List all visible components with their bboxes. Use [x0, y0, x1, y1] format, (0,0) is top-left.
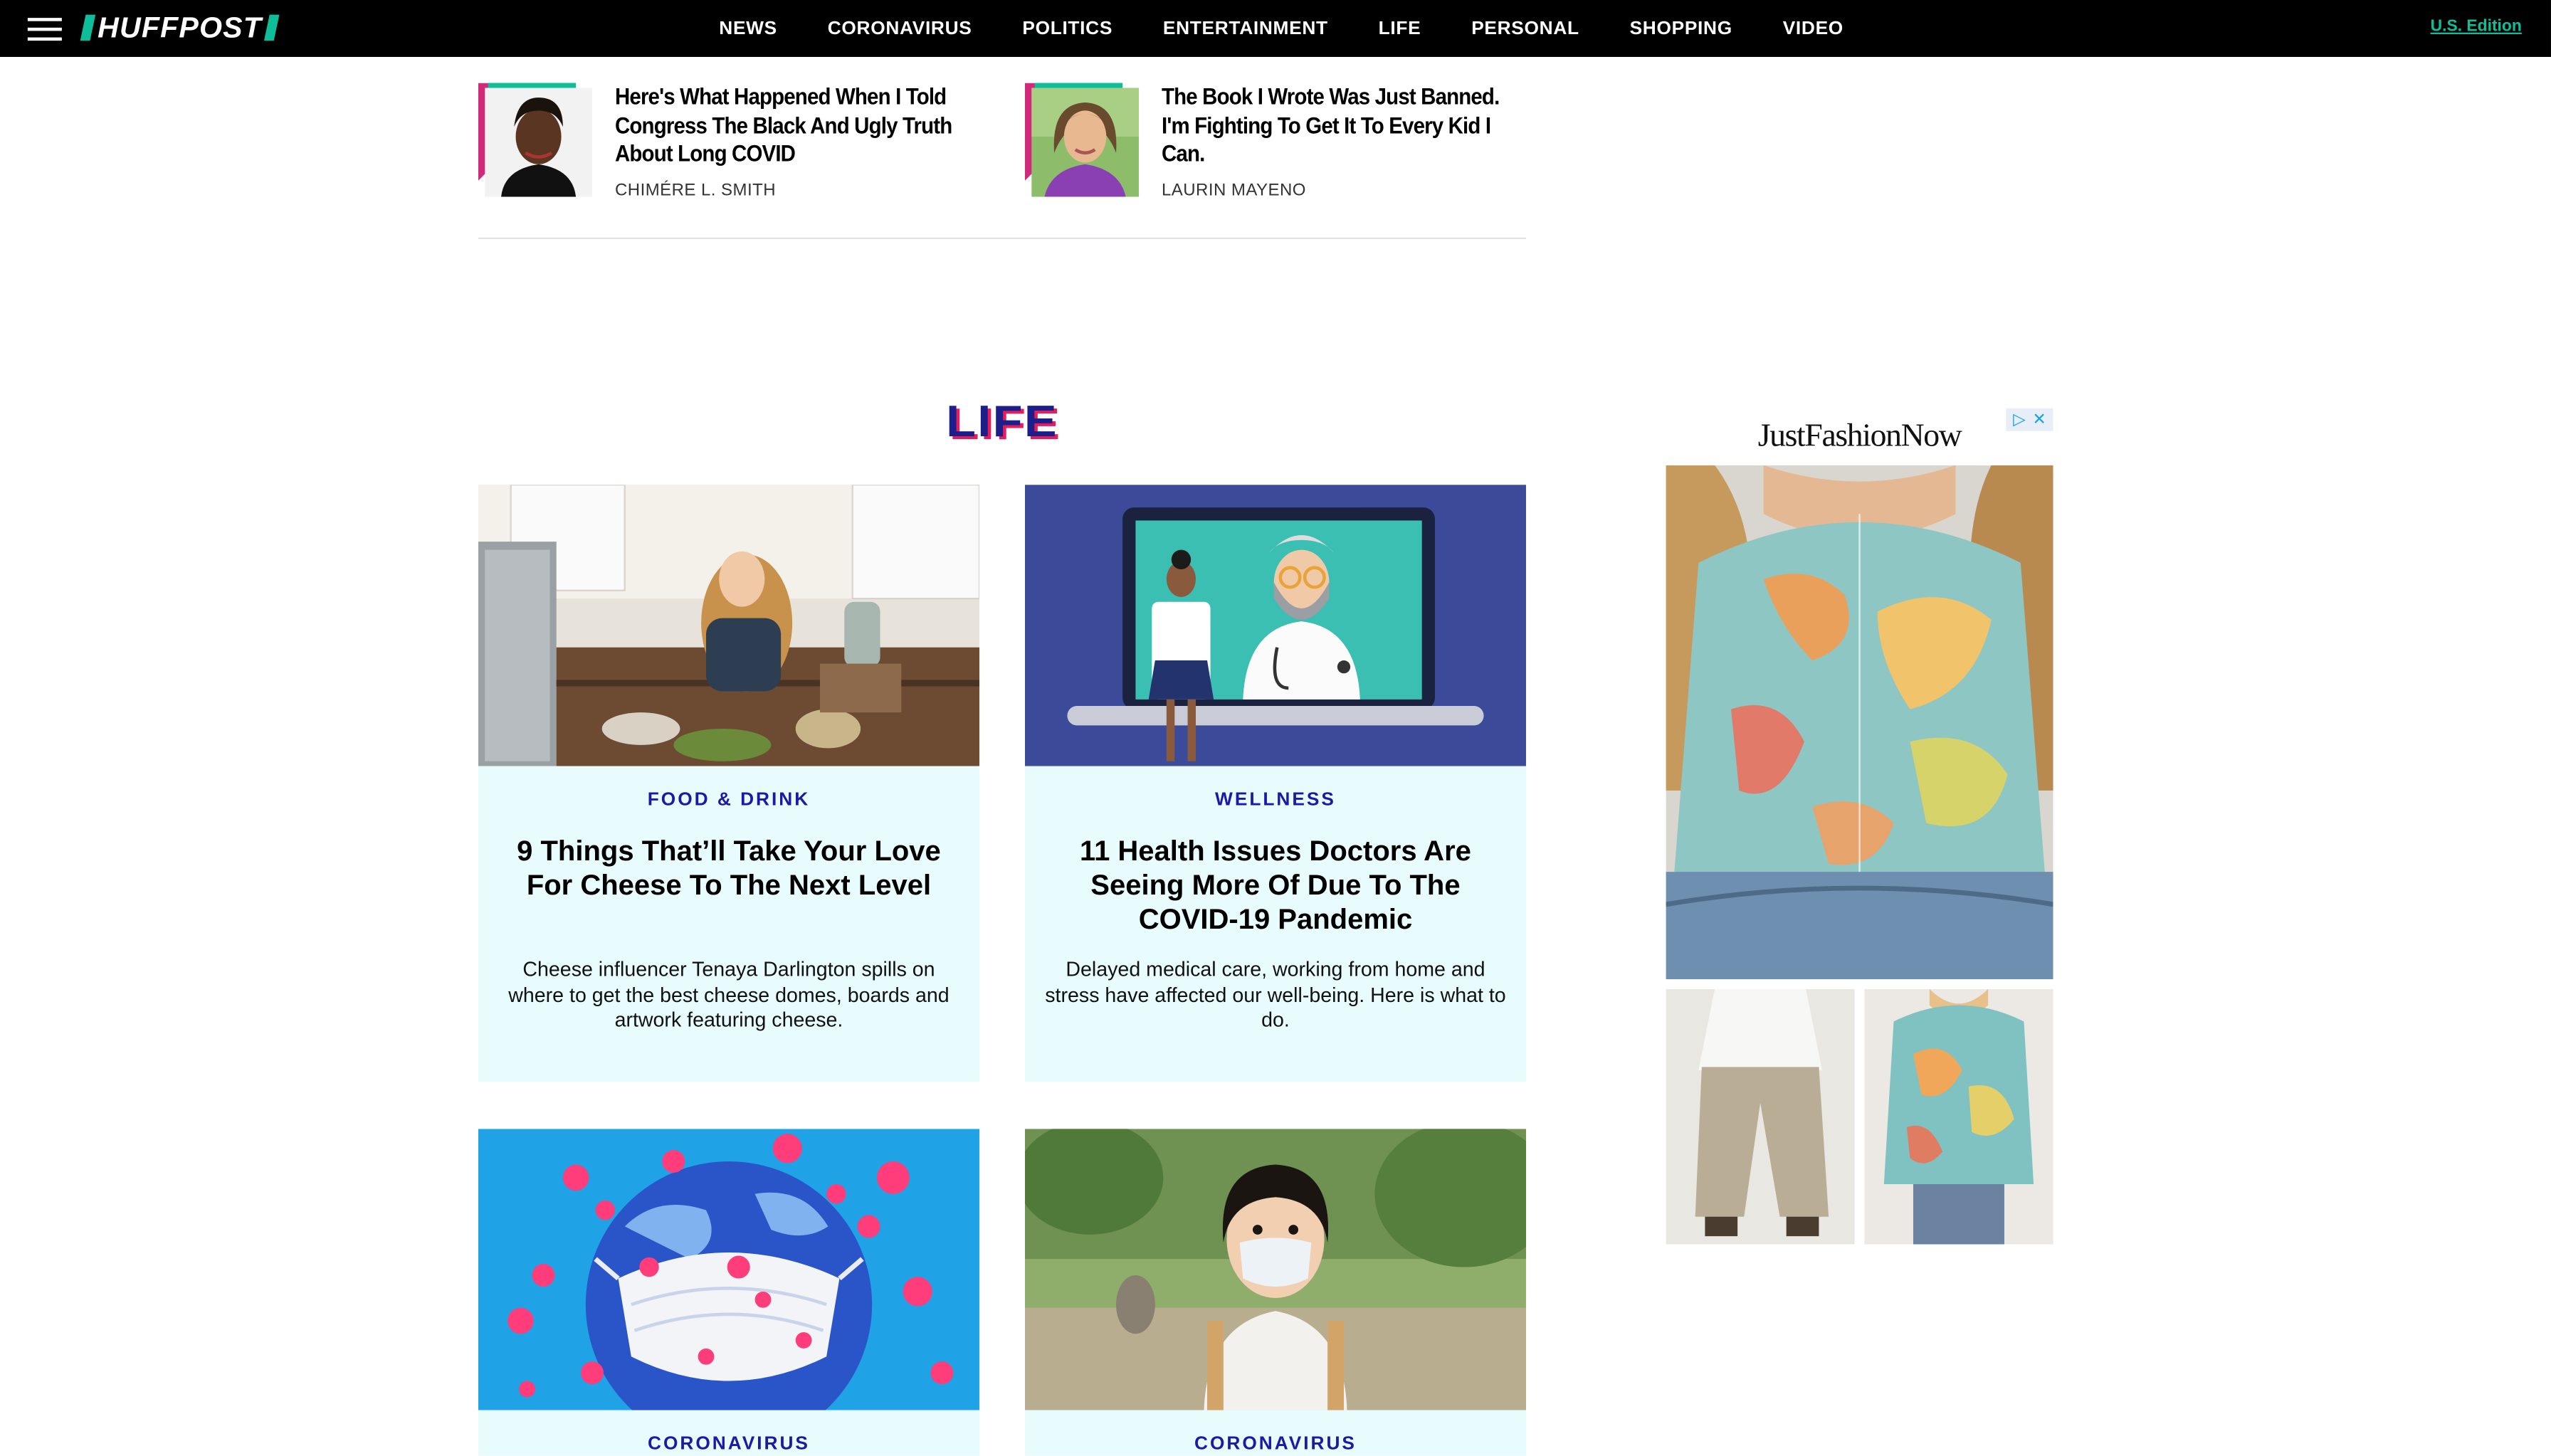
card-section-label[interactable]: WELLNESS	[1025, 791, 1526, 810]
nav-life[interactable]: LIFE	[1379, 19, 1421, 38]
author-photo[interactable]	[1024, 83, 1139, 197]
card-title[interactable]: 11 Health Issues Doctors Are Seeing More…	[1054, 835, 1497, 937]
opinion-author: LAURIN MAYENO	[1161, 180, 1306, 201]
nav-video[interactable]: VIDEO	[1783, 19, 1843, 38]
article-image[interactable]	[478, 1129, 979, 1410]
edition-link[interactable]: U.S. Edition	[2431, 18, 2522, 36]
article-image[interactable]	[1024, 1129, 1526, 1410]
opinion-item[interactable]: The Book I Wrote Was Just Banned. I'm Fi…	[1024, 83, 1513, 201]
ad-brand-logo[interactable]: JustFashionNow	[1666, 418, 2053, 455]
card-description: Delayed medical care, working from home …	[1045, 958, 1506, 1032]
article-image[interactable]	[478, 485, 979, 766]
article-card[interactable]: WELLNESS 11 Health Issues Doctors Are Se…	[1024, 485, 1526, 1082]
article-card[interactable]: CORONAVIRUS	[478, 1129, 979, 1456]
opinion-headline[interactable]: Here's What Happened When I Told Congres…	[615, 83, 980, 169]
menu-icon[interactable]	[27, 16, 63, 41]
section-title[interactable]: LIFE	[946, 398, 1058, 448]
nav-politics[interactable]: POLITICS	[1022, 19, 1113, 38]
card-description: Cheese influencer Tenaya Darlington spil…	[508, 958, 950, 1032]
nav-entertainment[interactable]: ENTERTAINMENT	[1163, 19, 1328, 38]
huffpost-logo[interactable]: HUFFPOST	[80, 13, 280, 42]
card-title[interactable]: 9 Things That’ll Take Your Love For Chee…	[507, 835, 950, 903]
card-body: CORONAVIRUS	[1024, 1410, 1526, 1456]
main-nav: NEWS CORONAVIRUS POLITICS ENTERTAINMENT …	[719, 0, 1843, 57]
opinion-author: CHIMÉRE L. SMITH	[614, 180, 776, 201]
section-divider	[478, 237, 1526, 239]
article-image[interactable]	[1024, 485, 1526, 766]
top-nav-bar: HUFFPOST NEWS CORONAVIRUS POLITICS ENTER…	[0, 0, 2551, 57]
ad-image-product[interactable]	[1666, 988, 1855, 1245]
nav-coronavirus[interactable]: CORONAVIRUS	[828, 19, 972, 38]
card-body: FOOD & DRINK 9 Things That’ll Take Your …	[478, 766, 979, 1082]
card-body: WELLNESS 11 Health Issues Doctors Are Se…	[1024, 766, 1526, 1082]
nav-news[interactable]: NEWS	[719, 19, 777, 38]
card-section-label[interactable]: CORONAVIRUS	[478, 1435, 979, 1454]
article-card[interactable]: CORONAVIRUS	[1024, 1129, 1526, 1456]
advertisement[interactable]: ▷ ✕ JustFashionNow	[1666, 406, 2053, 1245]
card-body: CORONAVIRUS	[478, 1410, 979, 1456]
ad-image-main[interactable]	[1666, 465, 2053, 979]
article-card[interactable]: FOOD & DRINK 9 Things That’ll Take Your …	[478, 485, 979, 1082]
author-photo[interactable]	[478, 83, 592, 197]
opinion-item[interactable]: Here's What Happened When I Told Congres…	[478, 83, 967, 201]
opinion-headline[interactable]: The Book I Wrote Was Just Banned. I'm Fi…	[1162, 83, 1527, 169]
card-section-label[interactable]: CORONAVIRUS	[1025, 1435, 1526, 1454]
ad-image-product[interactable]	[1864, 988, 2053, 1245]
nav-personal[interactable]: PERSONAL	[1471, 19, 1579, 38]
nav-shopping[interactable]: SHOPPING	[1630, 19, 1732, 38]
card-section-label[interactable]: FOOD & DRINK	[478, 791, 979, 810]
